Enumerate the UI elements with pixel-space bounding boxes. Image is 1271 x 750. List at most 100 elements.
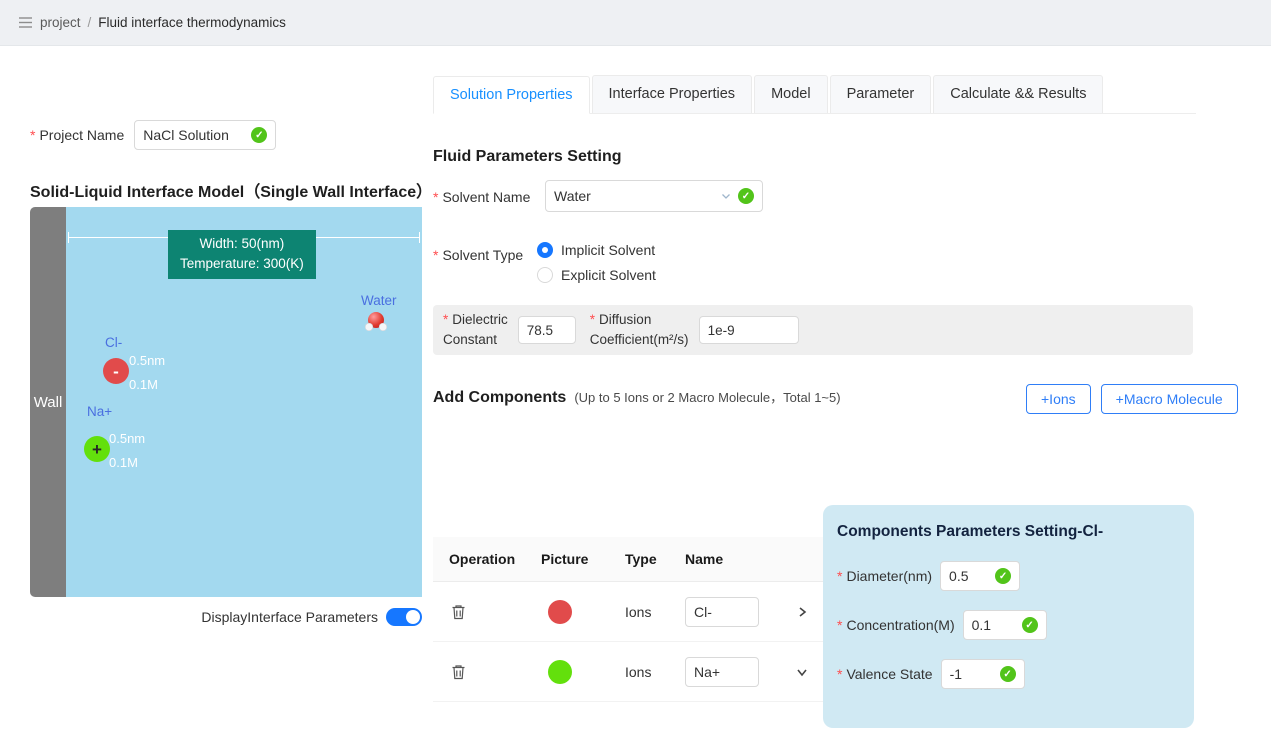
diameter-row: Diameter(nm) ✓ bbox=[837, 561, 1180, 591]
list-icon bbox=[18, 16, 33, 29]
na-ion-diameter: 0.5nm bbox=[109, 431, 145, 446]
tab-solution-properties[interactable]: Solution Properties bbox=[433, 76, 590, 114]
model-info-box: Width: 50(nm) Temperature: 300(K) bbox=[168, 230, 316, 279]
required-asterisk bbox=[590, 312, 599, 327]
required-asterisk bbox=[837, 666, 846, 682]
breadcrumb: project / Fluid interface thermodynamics bbox=[0, 0, 1271, 46]
measure-tick-right bbox=[419, 232, 420, 243]
row-type: Ions bbox=[620, 604, 685, 620]
required-asterisk bbox=[837, 568, 846, 584]
dielectric-constant-label: Dielectric Constant bbox=[443, 310, 508, 351]
ion-name-input[interactable] bbox=[685, 597, 759, 627]
hydrogen-atom-icon bbox=[379, 323, 387, 331]
required-asterisk bbox=[433, 247, 442, 263]
solvent-name-value: Water bbox=[554, 188, 714, 204]
valence-state-row: Valence State ✓ bbox=[837, 659, 1180, 689]
breadcrumb-separator: / bbox=[88, 15, 92, 30]
breadcrumb-current-page: Fluid interface thermodynamics bbox=[98, 15, 286, 30]
hydrogen-atom-icon bbox=[365, 323, 373, 331]
delete-row-button[interactable] bbox=[449, 602, 468, 622]
model-width-text: Width: 50(nm) bbox=[180, 234, 304, 254]
wall-region: Wall bbox=[30, 207, 66, 597]
valence-state-input[interactable]: ✓ bbox=[941, 659, 1025, 689]
measure-tick-left bbox=[68, 232, 69, 243]
concentration-row: Concentration(M) ✓ bbox=[837, 610, 1180, 640]
check-icon: ✓ bbox=[1022, 617, 1038, 633]
concentration-label: Concentration(M) bbox=[837, 617, 955, 633]
header-name: Name bbox=[685, 551, 781, 567]
minus-icon: - bbox=[113, 363, 119, 380]
check-icon: ✓ bbox=[995, 568, 1011, 584]
cl-ion-circle: - bbox=[103, 358, 129, 384]
radio-implicit-solvent-label: Implicit Solvent bbox=[561, 242, 655, 258]
na-ion-label: Na+ bbox=[87, 404, 112, 419]
tab-parameter[interactable]: Parameter bbox=[830, 75, 932, 113]
add-ions-button[interactable]: +Ions bbox=[1026, 384, 1091, 414]
water-molecule-icon bbox=[365, 312, 387, 333]
header-type: Type bbox=[620, 551, 685, 567]
model-temperature-text: Temperature: 300(K) bbox=[180, 254, 304, 274]
breadcrumb-project-link[interactable]: project bbox=[40, 15, 81, 30]
model-section-title: Solid-Liquid Interface Model（Single Wall… bbox=[30, 178, 432, 202]
diameter-input[interactable]: ✓ bbox=[940, 561, 1020, 591]
chevron-down-icon bbox=[720, 190, 732, 202]
solvent-type-radio-group: Implicit Solvent Explicit Solvent bbox=[537, 239, 656, 286]
na-ion-circle: + bbox=[84, 436, 110, 462]
dielectric-diffusion-panel: Dielectric Constant Diffusion Coefficien… bbox=[433, 305, 1193, 355]
concentration-field[interactable] bbox=[972, 617, 1016, 633]
row-type: Ions bbox=[620, 664, 685, 680]
diameter-label: Diameter(nm) bbox=[837, 568, 932, 584]
check-icon: ✓ bbox=[1000, 666, 1016, 682]
trash-icon bbox=[451, 664, 466, 680]
cl-ion-concentration: 0.1M bbox=[129, 377, 158, 392]
ion-picture-green bbox=[548, 660, 572, 684]
radio-explicit-solvent[interactable]: Explicit Solvent bbox=[537, 264, 656, 286]
diffusion-coefficient-field[interactable] bbox=[708, 323, 790, 338]
project-name-label: Project Name bbox=[30, 127, 124, 143]
diffusion-coefficient-input[interactable] bbox=[699, 316, 799, 344]
tab-interface-properties[interactable]: Interface Properties bbox=[592, 75, 753, 113]
ion-name-field[interactable] bbox=[694, 664, 750, 680]
concentration-input[interactable]: ✓ bbox=[963, 610, 1047, 640]
cl-ion-label: Cl- bbox=[105, 335, 122, 350]
check-icon: ✓ bbox=[738, 188, 754, 204]
chevron-right-icon bbox=[795, 605, 809, 619]
dielectric-constant-field[interactable] bbox=[527, 323, 567, 338]
table-row-na: Ions bbox=[433, 642, 823, 702]
required-asterisk bbox=[443, 312, 452, 327]
header-picture: Picture bbox=[541, 551, 620, 567]
ion-name-field[interactable] bbox=[694, 604, 750, 620]
component-params-title: Components Parameters Setting-Cl- bbox=[837, 523, 1180, 541]
display-interface-toggle[interactable] bbox=[386, 608, 422, 626]
radio-implicit-solvent[interactable]: Implicit Solvent bbox=[537, 239, 656, 261]
valence-state-label: Valence State bbox=[837, 666, 933, 682]
ion-name-input[interactable] bbox=[685, 657, 759, 687]
project-name-input[interactable]: ✓ bbox=[134, 120, 276, 150]
tab-model[interactable]: Model bbox=[754, 75, 828, 113]
expand-row-button[interactable] bbox=[793, 603, 811, 621]
chevron-down-icon bbox=[795, 665, 809, 679]
check-icon: ✓ bbox=[251, 127, 267, 143]
table-row-cl: Ions bbox=[433, 582, 823, 642]
wall-label: Wall bbox=[34, 394, 63, 411]
add-macro-molecule-button[interactable]: +Macro Molecule bbox=[1101, 384, 1238, 414]
solvent-name-select[interactable]: Water ✓ bbox=[545, 180, 763, 212]
tab-calculate-results[interactable]: Calculate && Results bbox=[933, 75, 1103, 113]
fluid-parameters-heading: Fluid Parameters Setting bbox=[433, 148, 622, 166]
interface-model-diagram: Wall Width: 50(nm) Temperature: 300(K) W… bbox=[30, 207, 422, 597]
collapse-row-button[interactable] bbox=[793, 663, 811, 681]
display-interface-row: DisplayInterface Parameters bbox=[30, 608, 422, 626]
dielectric-constant-input[interactable] bbox=[518, 316, 576, 344]
project-name-row: Project Name ✓ bbox=[30, 120, 276, 150]
add-components-header: Add Components (Up to 5 Ions or 2 Macro … bbox=[433, 387, 841, 407]
project-name-field[interactable] bbox=[143, 127, 245, 143]
valence-state-field[interactable] bbox=[950, 666, 994, 682]
delete-row-button[interactable] bbox=[449, 662, 468, 682]
cl-ion-diameter: 0.5nm bbox=[129, 353, 165, 368]
components-table: Operation Picture Type Name Ions bbox=[433, 537, 823, 702]
diameter-field[interactable] bbox=[949, 568, 989, 584]
diffusion-coefficient-label: Diffusion Coefficient(m²/s) bbox=[590, 310, 689, 351]
add-components-subtitle: (Up to 5 Ions or 2 Macro Molecule，Total … bbox=[574, 387, 840, 406]
header-operation: Operation bbox=[433, 551, 541, 567]
radio-unselected-icon bbox=[537, 267, 553, 283]
